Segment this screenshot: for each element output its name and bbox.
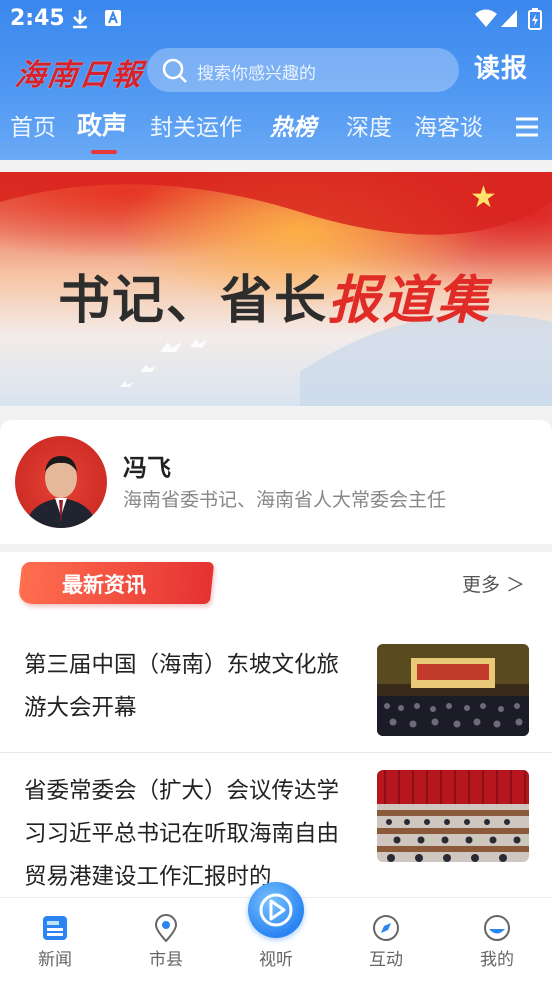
portrait-image	[25, 456, 97, 528]
nav-label: 我的	[480, 950, 514, 970]
nav-city[interactable]: 市县	[126, 898, 206, 983]
media-play-button[interactable]	[248, 882, 304, 938]
nav-news[interactable]: 新闻	[15, 898, 95, 983]
battery-icon	[528, 8, 542, 30]
news-divider	[0, 752, 552, 753]
tab-hot-list[interactable]: 热榜	[270, 108, 316, 142]
star-icon: ★	[470, 180, 497, 215]
search-icon	[162, 58, 187, 83]
news-title: 第三届中国（海南）东坡文化旅游大会开幕	[24, 652, 340, 721]
news-thumbnail	[377, 770, 529, 862]
tab-fengguan[interactable]: 封关运作	[150, 108, 242, 142]
nav-label: 市县	[149, 950, 183, 970]
top-bar: 海南日報 搜索你感兴趣的 读报	[0, 44, 552, 96]
download-icon	[73, 10, 87, 29]
leader-title: 海南省委书记、海南省人大常委会主任	[123, 489, 447, 511]
menu-icon[interactable]	[515, 116, 539, 138]
section-title: 最新资讯	[62, 573, 146, 597]
nav-profile[interactable]: 我的	[457, 898, 537, 983]
meeting-image	[377, 770, 529, 862]
status-time: 2:45	[10, 6, 65, 31]
nav-label: 视听	[259, 950, 293, 970]
signal-icon	[501, 10, 517, 27]
app-screen: 2:45 海南日報 搜索你感兴趣的 读报 首页 政声 封关运作 热榜 深度 海客…	[0, 0, 552, 983]
banner-title: 书记、省长报道集	[58, 258, 490, 333]
more-link[interactable]: 更多 ＞	[462, 570, 525, 597]
app-logo[interactable]: 海南日報	[13, 50, 147, 94]
news-title: 省委常委会（扩大）会议传达学习习近平总书记在听取海南自由贸易港建设工作汇报时的	[24, 778, 340, 890]
profile-icon	[484, 915, 510, 941]
header: 2:45 海南日報 搜索你感兴趣的 读报 首页 政声 封关运作 热榜 深度 海客…	[0, 0, 552, 160]
banner[interactable]: ★ 书记、省长报道集	[0, 172, 552, 406]
active-tab-indicator	[91, 150, 117, 154]
news-icon	[43, 916, 67, 940]
search-bar[interactable]: 搜索你感兴趣的	[147, 48, 459, 92]
compass-icon	[373, 915, 399, 941]
read-paper-label: 读报	[474, 54, 529, 84]
tab-haiketan[interactable]: 海客谈	[414, 108, 483, 142]
nav-label: 互动	[369, 950, 403, 970]
tab-zhengsheng[interactable]: 政声	[77, 106, 127, 142]
channel-tabs: 首页 政声 封关运作 热榜 深度 海客谈	[0, 104, 552, 154]
play-icon	[259, 893, 293, 927]
banner-title-main: 书记、省长	[58, 271, 329, 331]
app-notification-icon	[105, 10, 121, 26]
tab-depth[interactable]: 深度	[346, 108, 392, 142]
leader-name: 冯飞	[123, 453, 171, 482]
search-placeholder: 搜索你感兴趣的	[197, 64, 316, 84]
nav-label: 新闻	[38, 950, 72, 970]
leader-avatar	[15, 436, 107, 528]
location-icon	[154, 914, 178, 942]
conference-image	[377, 644, 529, 736]
wifi-icon	[475, 9, 497, 27]
leader-card[interactable]: 冯飞 海南省委书记、海南省人大常委会主任	[0, 420, 552, 544]
nav-interact[interactable]: 互动	[346, 898, 426, 983]
banner-title-highlight: 报道集	[328, 270, 491, 331]
news-item[interactable]: 第三届中国（海南）东坡文化旅游大会开幕	[0, 642, 552, 752]
read-paper-button[interactable]: 读报	[474, 48, 528, 85]
status-bar: 2:45	[0, 0, 552, 38]
tab-home[interactable]: 首页	[10, 108, 56, 142]
latest-news-section: 最新资讯 更多 ＞ 第三届中国（海南）东坡文化旅游大会开幕 省委常委会（扩大）会…	[0, 552, 552, 902]
news-thumbnail	[377, 644, 529, 736]
